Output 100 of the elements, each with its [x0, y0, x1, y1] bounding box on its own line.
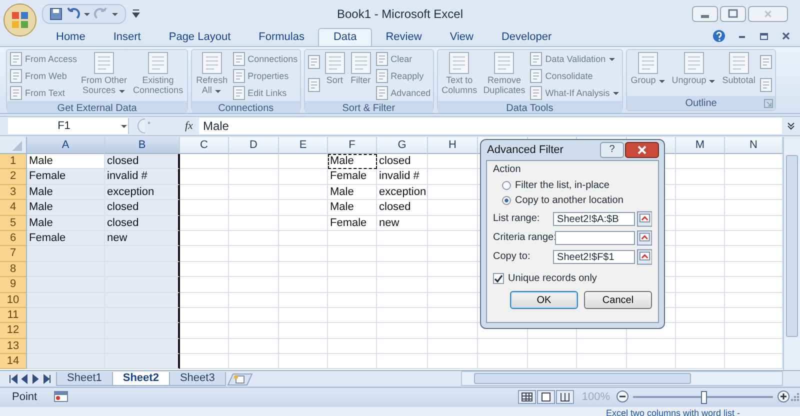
checkbox-option[interactable]: Unique records only: [493, 271, 652, 285]
ok-button[interactable]: OK: [510, 291, 578, 309]
row-header[interactable]: 2: [0, 169, 27, 185]
zoom-slider-thumb[interactable]: [701, 390, 707, 404]
ribbon-button[interactable]: From Web: [9, 68, 78, 84]
ribbon-button[interactable]: Advanced: [374, 85, 431, 101]
column-header[interactable]: G: [377, 137, 428, 154]
ribbon-button[interactable]: From Other Sources: [79, 51, 130, 101]
last-sheet-icon[interactable]: [41, 372, 52, 384]
name-box[interactable]: F1: [8, 118, 129, 134]
ribbon-button[interactable]: Ungroup: [670, 51, 718, 96]
customize-toolbar-icon[interactable]: [132, 9, 140, 18]
row-header[interactable]: 14: [0, 354, 27, 370]
caret-icon[interactable]: [708, 78, 716, 84]
insert-function-button[interactable]: fx: [185, 120, 193, 132]
collapse-dialog-icon[interactable]: [636, 248, 652, 264]
vertical-scrollbar[interactable]: [783, 137, 800, 370]
ribbon-button[interactable]: From Access: [9, 51, 78, 67]
column-header[interactable]: F: [328, 137, 377, 154]
caret-icon[interactable]: [118, 88, 126, 94]
range-field[interactable]: Sheet2!$F$1: [553, 250, 635, 264]
collapse-dialog-icon[interactable]: [636, 210, 652, 226]
save-icon[interactable]: [49, 6, 63, 20]
column-header[interactable]: C: [180, 137, 229, 154]
ribbon-tab[interactable]: Home: [42, 29, 100, 46]
caret-icon[interactable]: [111, 10, 119, 16]
zoom-in-icon[interactable]: [777, 390, 790, 403]
close-button[interactable]: [625, 142, 659, 158]
undo-icon[interactable]: [66, 6, 80, 20]
cancel-button[interactable]: Cancel: [584, 291, 652, 309]
row-header[interactable]: 9: [0, 277, 27, 293]
next-sheet-icon[interactable]: [30, 372, 41, 384]
first-sheet-icon[interactable]: [8, 372, 19, 384]
ribbon-tab[interactable]: Review: [372, 29, 436, 46]
close-icon[interactable]: [780, 30, 792, 42]
caret-icon[interactable]: [658, 78, 666, 84]
collapse-dialog-icon[interactable]: [636, 230, 652, 246]
ribbon-tab[interactable]: View: [436, 29, 488, 46]
ribbon-button[interactable]: Data Validation: [529, 51, 620, 67]
ribbon-tab[interactable]: Insert: [99, 29, 155, 46]
page-break-view-icon[interactable]: [556, 390, 574, 404]
zoom-out-icon[interactable]: [616, 390, 629, 403]
ribbon-button[interactable]: Edit Links: [232, 85, 298, 101]
caret-icon[interactable]: [120, 123, 128, 129]
ribbon-button[interactable]: Reapply: [374, 68, 431, 84]
ribbon-button[interactable]: Properties: [232, 68, 298, 84]
range-field[interactable]: [555, 230, 635, 244]
row-header[interactable]: 10: [0, 292, 27, 308]
row-header[interactable]: 12: [0, 323, 27, 339]
ribbon-tab[interactable]: Formulas: [244, 29, 318, 46]
sheet-tab[interactable]: Sheet3: [168, 372, 226, 386]
column-header[interactable]: N: [725, 137, 783, 154]
caret-icon[interactable]: [214, 88, 222, 94]
previous-sheet-icon[interactable]: [19, 372, 30, 384]
ribbon-button[interactable]: Group: [628, 51, 668, 96]
row-header[interactable]: 5: [0, 216, 27, 231]
resize-grip-icon[interactable]: [790, 392, 800, 402]
normal-view-icon[interactable]: [518, 390, 536, 404]
column-header[interactable]: H: [428, 137, 478, 154]
row-header[interactable]: 3: [0, 184, 27, 200]
radio-option[interactable]: Filter the list, in-place: [493, 178, 652, 193]
ribbon-button[interactable]: Remove Duplicates: [481, 51, 528, 101]
row-header[interactable]: 11: [0, 308, 27, 324]
ribbon-button[interactable]: Consolidate: [529, 68, 620, 84]
horizontal-scrollbar[interactable]: [461, 371, 783, 386]
caret-icon[interactable]: [608, 56, 616, 62]
ribbon-tab[interactable]: Developer: [487, 29, 566, 46]
restore-icon[interactable]: [720, 6, 746, 22]
radio-option[interactable]: Copy to another location: [493, 193, 652, 208]
ribbon-button[interactable]: Subtotal: [720, 51, 758, 96]
ribbon-button[interactable]: Filter: [348, 51, 373, 101]
ribbon-tab[interactable]: Data: [318, 28, 372, 46]
expand-icon[interactable]: [786, 121, 796, 131]
ribbon-button[interactable]: Existing Connections: [131, 51, 186, 101]
ribbon-button[interactable]: What-If Analysis: [529, 85, 620, 101]
column-header[interactable]: E: [279, 137, 328, 154]
ribbon-button[interactable]: Connections: [232, 51, 298, 67]
record-macro-icon[interactable]: [53, 390, 70, 403]
column-header[interactable]: M: [676, 137, 725, 154]
link[interactable]: Excel two columns with word list -: [606, 409, 740, 416]
row-header[interactable]: 8: [0, 262, 27, 278]
sheet-tab[interactable]: Sheet1: [56, 372, 113, 386]
ribbon-button[interactable]: Sort: [322, 51, 347, 101]
help-button[interactable]: ?: [600, 142, 624, 158]
caret-icon[interactable]: [612, 90, 620, 96]
column-header[interactable]: B: [105, 137, 180, 154]
restore-icon[interactable]: [758, 30, 770, 42]
range-field[interactable]: Sheet2!$A:$B: [553, 212, 635, 226]
minimize-icon[interactable]: [692, 6, 718, 22]
page-layout-view-icon[interactable]: [536, 390, 555, 404]
ribbon-button[interactable]: Refresh All: [194, 51, 230, 101]
ribbon-button[interactable]: Clear: [374, 51, 431, 67]
ribbon-tab[interactable]: Page Layout: [154, 29, 245, 46]
row-header[interactable]: 13: [0, 338, 27, 354]
column-header[interactable]: D: [229, 137, 279, 154]
insert-sheet-icon[interactable]: [226, 373, 253, 386]
row-header[interactable]: 4: [0, 200, 27, 216]
row-header[interactable]: 7: [0, 246, 27, 262]
column-header[interactable]: A: [27, 137, 105, 154]
row-header[interactable]: 6: [0, 230, 27, 246]
